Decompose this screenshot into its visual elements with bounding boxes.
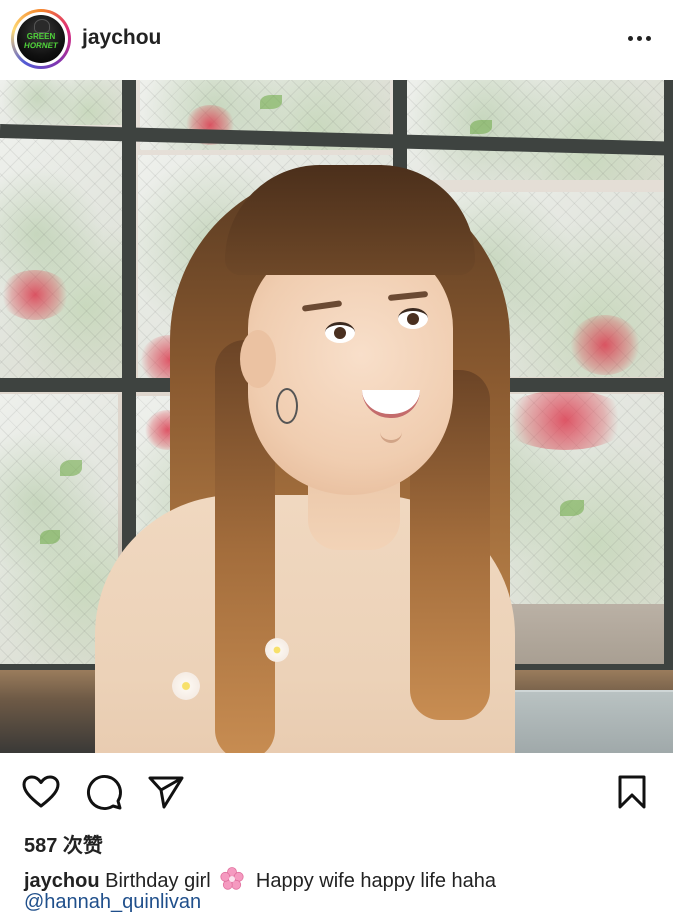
send-icon[interactable] bbox=[146, 772, 186, 812]
comment-icon[interactable] bbox=[84, 772, 124, 812]
avatar-logo-line2: HORNET bbox=[23, 41, 59, 50]
post-caption: jaychou Birthday girl Happy wife happy l… bbox=[24, 867, 664, 893]
caption-text-2: Happy wife happy life haha bbox=[255, 870, 497, 892]
avatar-border: GREEN HORNET bbox=[14, 12, 68, 66]
heart-icon[interactable] bbox=[21, 772, 61, 812]
eye bbox=[325, 322, 355, 343]
avatar-figure bbox=[34, 19, 50, 33]
dot bbox=[645, 35, 651, 41]
green-hornet-logo-icon: GREEN HORNET bbox=[17, 15, 65, 63]
cherry-blossom-icon bbox=[220, 867, 244, 890]
post-header: GREEN HORNET jaychou bbox=[0, 0, 673, 80]
more-horizontal-icon[interactable] bbox=[626, 31, 652, 45]
post-photo[interactable] bbox=[0, 80, 673, 753]
avatar[interactable]: GREEN HORNET bbox=[11, 9, 71, 69]
caption-username[interactable]: jaychou bbox=[24, 870, 100, 892]
earring bbox=[276, 388, 298, 424]
likes-count[interactable]: 587 次赞 bbox=[24, 829, 103, 858]
hair-top bbox=[225, 165, 475, 275]
blouse-flower bbox=[265, 638, 289, 662]
blouse-flower bbox=[172, 672, 200, 700]
person bbox=[0, 80, 673, 753]
bookmark-icon[interactable] bbox=[612, 772, 652, 812]
avatar-logo-line1: GREEN bbox=[26, 32, 56, 41]
post-username[interactable]: jaychou bbox=[82, 26, 161, 50]
eye bbox=[398, 308, 428, 329]
face bbox=[248, 240, 453, 495]
ear bbox=[240, 330, 276, 388]
dot bbox=[636, 35, 642, 41]
action-bar bbox=[0, 754, 673, 824]
mention-link[interactable]: @hannah_quinlivan bbox=[24, 891, 201, 914]
dot bbox=[627, 35, 633, 41]
caption-text-1: Birthday girl bbox=[105, 870, 211, 892]
